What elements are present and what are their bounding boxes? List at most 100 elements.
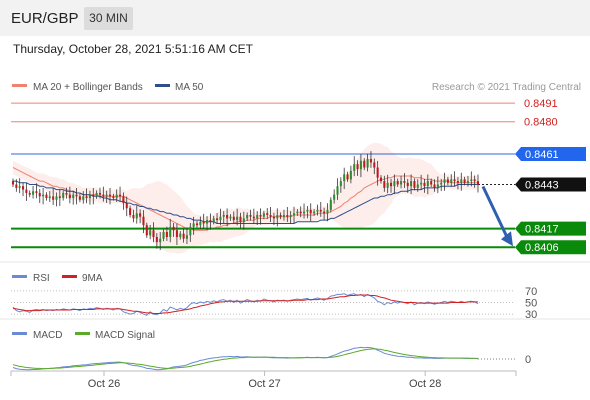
candle-body — [329, 199, 332, 210]
candle-body — [309, 209, 312, 214]
candle-body — [108, 194, 112, 197]
legend-swatch-macd-signal — [75, 332, 90, 335]
candle-body — [269, 215, 272, 217]
timeframe-button[interactable]: 30 MIN — [84, 7, 133, 30]
candle-body — [343, 174, 346, 182]
candle-body — [266, 213, 269, 215]
candle-body — [15, 184, 18, 188]
candle-body — [105, 194, 108, 197]
candle-body — [426, 181, 429, 187]
candle-body — [313, 211, 316, 214]
candle-body — [353, 164, 356, 171]
macd-tick-label: 0 — [525, 354, 531, 366]
candle-body — [139, 213, 142, 217]
candle-body — [75, 194, 78, 197]
candle-body — [162, 231, 165, 239]
candle-body — [256, 215, 259, 219]
candle-body — [279, 215, 282, 217]
candle-body — [85, 196, 88, 199]
candle-body — [463, 179, 466, 183]
candle-body — [323, 211, 326, 214]
candle-body — [119, 194, 122, 197]
candle-body — [122, 196, 125, 204]
candle-body — [58, 196, 61, 199]
candle-body — [145, 225, 148, 236]
candle-body — [326, 209, 329, 214]
candle-body — [192, 223, 195, 227]
level-label: 0.8417 — [525, 224, 559, 236]
legend-swatch-rsi — [12, 275, 27, 278]
candle-body — [406, 182, 409, 187]
candle-body — [252, 216, 255, 219]
candle-body — [303, 211, 306, 214]
legend-swatch-rsi-9ma — [62, 275, 77, 278]
macd-signal-line — [12, 348, 478, 370]
forecast-arrow-head — [501, 231, 513, 247]
candle-body — [393, 181, 396, 187]
candle-body — [272, 216, 275, 219]
candle-body — [18, 186, 21, 188]
candle-body — [195, 223, 199, 226]
legend-swatch-ma20 — [12, 84, 27, 87]
chart-header: EUR/GBP 30 MIN — [0, 0, 590, 36]
candle-body — [45, 194, 48, 199]
candle-body — [296, 211, 299, 214]
candle-body — [473, 179, 476, 182]
candle-body — [420, 182, 423, 185]
candle-body — [289, 215, 292, 217]
candle-body — [450, 179, 453, 183]
candle-body — [379, 177, 383, 182]
candle-body — [416, 184, 419, 188]
rsi-panel: 705030 — [11, 286, 537, 321]
candle-body — [38, 192, 41, 197]
candle-body — [286, 215, 289, 217]
candle-body — [182, 233, 185, 239]
rsi-legend: RSI 9MA — [12, 273, 103, 284]
candle-body — [446, 179, 449, 183]
candle-body — [98, 192, 102, 195]
candle-body — [11, 181, 15, 185]
x-tick-label: Oct 27 — [248, 378, 280, 390]
candle-body — [339, 181, 342, 187]
candle-body — [185, 235, 188, 239]
candle-body — [369, 159, 372, 163]
candle-body — [142, 216, 145, 226]
price-legend: MA 20 + Bollinger Bands MA 50 Research ©… — [12, 82, 581, 93]
candle-body — [172, 226, 175, 231]
candle-body — [52, 196, 55, 200]
rsi-tick-label: 50 — [525, 298, 537, 310]
price-levels: 0.8491 0.8480 0.8461 0.8443 0.8417 0.8406 — [11, 98, 586, 254]
level-label: 0.8491 — [524, 98, 558, 110]
candle-body — [443, 179, 446, 183]
candle-body — [359, 160, 362, 170]
candle-body — [423, 182, 426, 187]
rsi-tick-label: 70 — [525, 286, 537, 298]
candle-body — [68, 194, 71, 199]
candle-body — [239, 216, 242, 222]
candle-body — [232, 216, 235, 221]
legend-label-ma20: MA 20 + Bollinger Bands — [33, 82, 143, 93]
candle-body — [35, 191, 38, 193]
rsi-line — [12, 293, 479, 316]
candle-body — [219, 216, 222, 221]
candle-body — [259, 215, 262, 217]
candle-body — [212, 218, 215, 222]
candle-body — [115, 194, 118, 199]
candle-body — [389, 182, 393, 187]
x-tick-label: Oct 26 — [88, 378, 120, 390]
candle-body — [403, 181, 406, 183]
candle-body — [216, 218, 219, 221]
legend-swatch-ma50 — [155, 84, 170, 87]
candle-body — [159, 238, 162, 243]
candle-body — [189, 226, 192, 236]
candle-body — [383, 181, 386, 188]
legend-label-macd-signal: MACD Signal — [95, 330, 155, 341]
candle-body — [430, 181, 433, 185]
candle-body — [202, 221, 205, 224]
candle-body — [236, 216, 239, 221]
legend-swatch-macd — [12, 332, 27, 335]
candle-body — [205, 220, 209, 224]
candle-body — [102, 194, 105, 197]
candle-body — [282, 215, 286, 217]
candle-body — [413, 181, 416, 188]
